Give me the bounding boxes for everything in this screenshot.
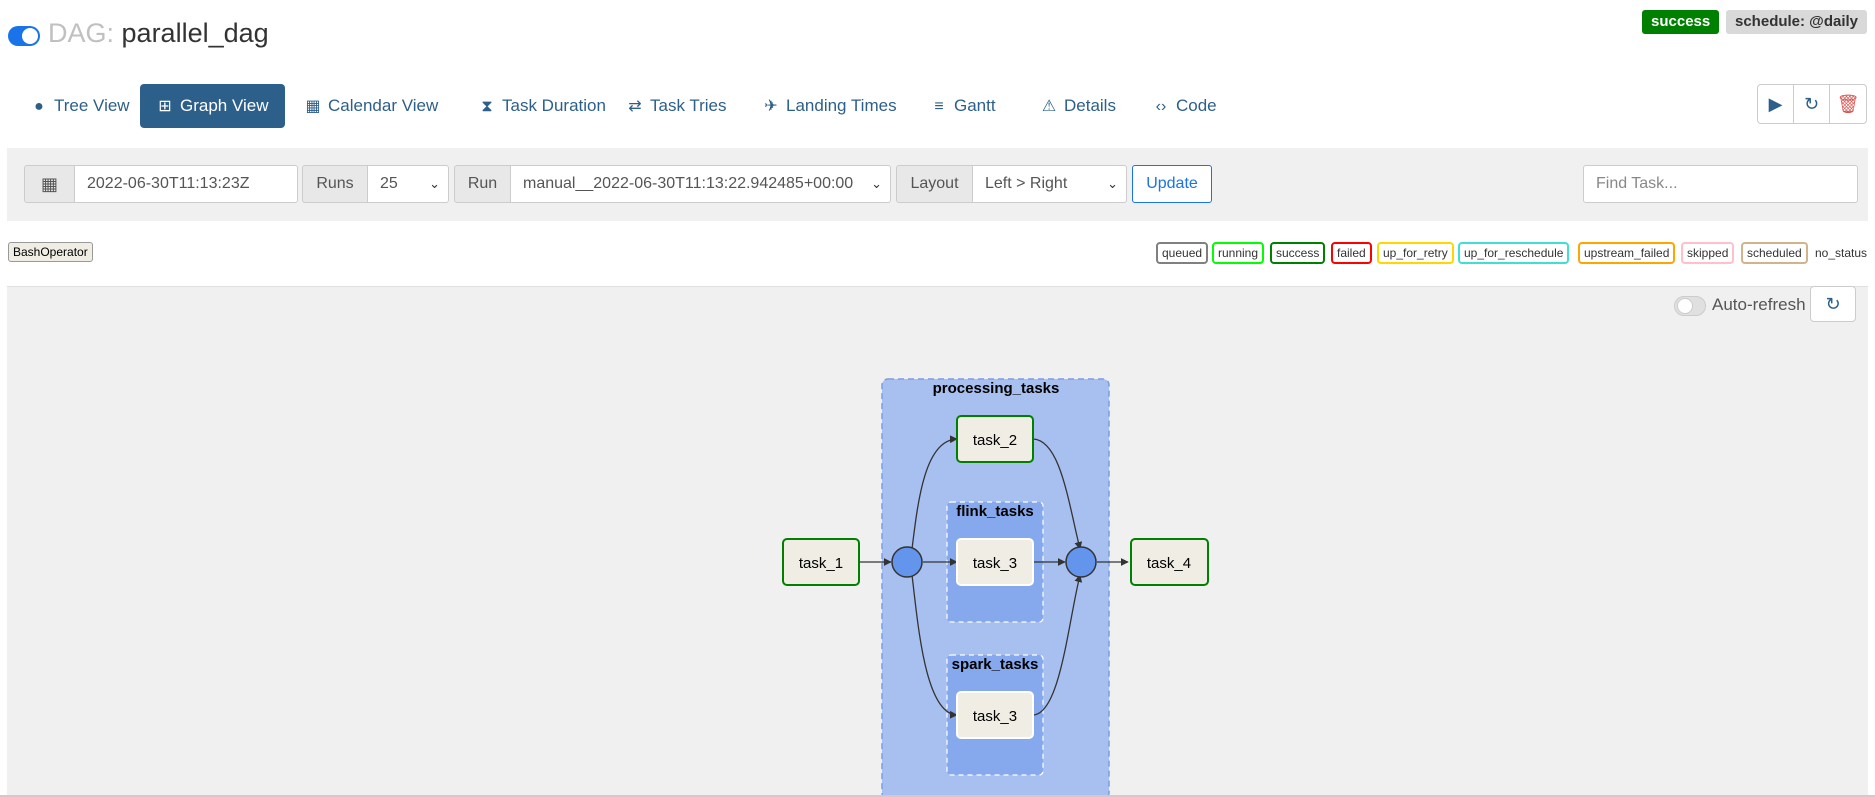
join-node-end[interactable]	[1065, 546, 1097, 578]
group-label-processing-tasks: processing_tasks	[933, 380, 1060, 397]
task-label-flink-task-3: task_3	[973, 555, 1017, 572]
task-label-task-1: task_1	[799, 555, 843, 572]
task-label-task-4: task_4	[1147, 555, 1191, 572]
dag-graph: processing_tasks flink_tasks spark_tasks…	[782, 378, 1209, 797]
group-label-flink-tasks: flink_tasks	[956, 503, 1034, 520]
group-label-spark-tasks: spark_tasks	[952, 656, 1039, 673]
task-label-task-2: task_2	[973, 432, 1017, 449]
task-label-spark-task-3: task_3	[973, 708, 1017, 725]
join-node-start[interactable]	[891, 546, 923, 578]
